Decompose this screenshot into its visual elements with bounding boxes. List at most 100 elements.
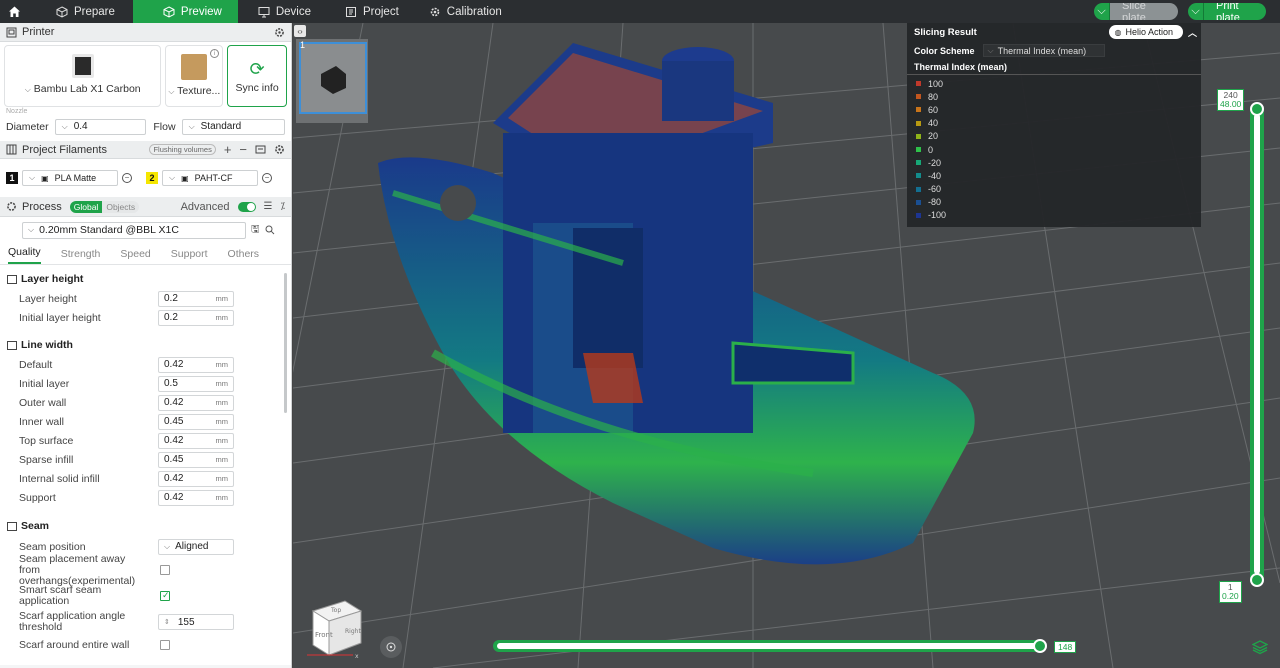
initial-layer-height-input[interactable]: 0.2 mm [158,309,234,326]
move-handle[interactable] [1033,639,1047,653]
filament-2-name: PAHT-CF [194,173,233,183]
advanced-toggle[interactable] [237,201,256,212]
color-scheme-label: Color Scheme [914,45,975,56]
sync-ams-icon[interactable] [255,144,266,155]
process-icon [7,202,16,211]
compare-icon[interactable]: ⁒ [281,201,286,212]
flow-select[interactable]: ⌵ Standard [181,118,285,135]
param-label: Sparse infill [19,453,74,466]
filament-2-index[interactable]: 2 [146,172,158,184]
add-filament-icon[interactable]: + [224,142,232,157]
legend-swatch [916,107,921,113]
preview-icon [163,5,175,18]
seam-position-select[interactable]: ⌵ Aligned [158,538,234,555]
move-slider[interactable] [493,639,1047,653]
process-preset-select[interactable]: ⌵ 0.20mm Standard @BBL X1C [22,221,246,239]
filament-settings-icon[interactable] [274,144,285,155]
param-label: Internal solid infill [19,472,100,485]
home-button[interactable] [0,0,28,23]
color-scheme-value: Thermal Index (mean) [997,45,1087,56]
filament-1-select[interactable]: ⌵ ▣ PLA Matte [22,170,118,186]
line-width-initial-input[interactable]: 0.5 mm [158,375,234,392]
print-dropdown-icon[interactable]: ⌵ [1188,3,1204,20]
remove-filament-icon[interactable]: − [239,142,247,157]
legend-swatch [916,212,921,218]
tab-calibration[interactable]: Calibration [417,0,520,23]
layer-bottom-handle[interactable] [1250,573,1264,587]
slice-dropdown-icon[interactable]: ⌵ [1094,3,1110,20]
scarf-entire-checkbox[interactable] [160,639,170,650]
stepper-icon[interactable]: ⇕ [164,617,170,628]
line-width-top-surface-input[interactable]: 0.42 mm [158,432,234,449]
save-preset-icon[interactable]: 🖫 [251,222,260,239]
printer-cards: ⌵ Bambu Lab X1 Carbon i ⌵ Texture... ⟳ S… [0,42,291,108]
filament-list: 1 ⌵ ▣ PLA Matte − 2 ⌵ ▣ PAHT-CF − [0,159,291,197]
view-cube[interactable]: Top Front Right x [305,597,365,659]
param-line-width-sparse-infill: Sparse infill 0.45 mm [0,450,291,469]
scarf-angle-stepper[interactable]: ⇕ 155 [158,614,234,630]
printer-selector[interactable]: ⌵ Bambu Lab X1 Carbon [4,45,162,107]
search-icon[interactable] [265,225,275,235]
tab-support[interactable]: Support [171,248,208,264]
color-scheme-select[interactable]: ⌵ Thermal Index (mean) [982,44,1105,57]
settings-gear-icon[interactable] [274,27,285,38]
layer-height-group-title: Layer height [21,273,84,285]
line-width-outer-wall-input[interactable]: 0.42 mm [158,394,234,411]
printer-name: Bambu Lab X1 Carbon [33,83,141,95]
line-width-support-input[interactable]: 0.42 mm [158,489,234,506]
param-value: Aligned [175,541,209,552]
collapse-sidebar-button[interactable]: ‹› [294,25,306,37]
filament-spool-icon: ▣ [181,173,189,183]
remove-filament-2-icon[interactable]: − [262,173,272,183]
model-thumbnail [321,66,346,94]
tab-quality[interactable]: Quality [8,246,41,264]
tab-speed[interactable]: Speed [120,248,150,264]
line-width-internal-solid-input[interactable]: 0.42 mm [158,470,234,487]
printer-section-header: Printer [0,23,291,42]
slice-plate-button[interactable]: ⌵ Slice plate [1094,3,1178,20]
tab-others[interactable]: Others [228,248,260,264]
plate-type-selector[interactable]: i ⌵ Texture... [165,45,224,107]
smart-scarf-checkbox[interactable] [160,590,170,601]
sync-info-button[interactable]: ⟳ Sync info [227,45,287,107]
tab-strength[interactable]: Strength [61,248,101,264]
legend-row: -80 [907,196,1201,209]
param-unit: mm [215,436,229,445]
helio-action-button[interactable]: ◍ Helio Action [1109,25,1183,39]
layer-range-slider[interactable] [1250,102,1264,587]
info-icon[interactable]: i [210,49,220,58]
remove-filament-1-icon[interactable]: − [122,173,132,183]
filament-1-index[interactable]: 1 [6,172,18,184]
filament-spool-icon: ▣ [41,173,49,183]
seam-away-checkbox[interactable] [160,565,170,575]
filament-2-select[interactable]: ⌵ ▣ PAHT-CF [162,170,258,186]
objects-option[interactable]: Objects [102,200,140,213]
line-width-inner-wall-input[interactable]: 0.45 mm [158,413,234,430]
flushing-volumes-button[interactable]: Flushing volumes [149,144,216,155]
plate-thumbnail [181,54,208,80]
plate-thumbnail-1[interactable]: 1 [296,39,368,123]
print-plate-button[interactable]: ⌵ Print plate [1188,3,1266,20]
plate-name: Texture... [177,85,221,97]
tab-device[interactable]: Device [238,0,329,23]
legend-row: -20 [907,156,1201,169]
global-option[interactable]: Global [69,200,103,213]
chevron-down-icon: ⌵ [61,121,68,131]
tab-project[interactable]: Project [329,0,417,23]
fit-view-button[interactable] [380,636,402,658]
param-unit: mm [215,417,229,426]
list-icon[interactable]: ☰ [264,201,273,212]
gear-icon [430,7,440,16]
line-width-default-input[interactable]: 0.42 mm [158,356,234,373]
tab-preview[interactable]: Preview [132,0,238,23]
global-objects-switch[interactable]: Global Objects [69,200,140,213]
layer-height-input[interactable]: 0.2 mm [158,290,234,307]
3d-viewport[interactable]: ‹› 1 Slicing Result ◍ Helio Action ︿ Colo… [293,23,1280,668]
diameter-select[interactable]: ⌵ 0.4 [54,118,147,135]
line-width-sparse-infill-input[interactable]: 0.45 mm [158,451,234,468]
tab-prepare[interactable]: Prepare [42,0,133,23]
nozzle-label: Nozzle [0,108,291,116]
layer-top-handle[interactable] [1250,102,1264,116]
layers-icon[interactable] [1252,639,1268,655]
collapse-up-icon[interactable]: ︿ [1188,26,1197,39]
